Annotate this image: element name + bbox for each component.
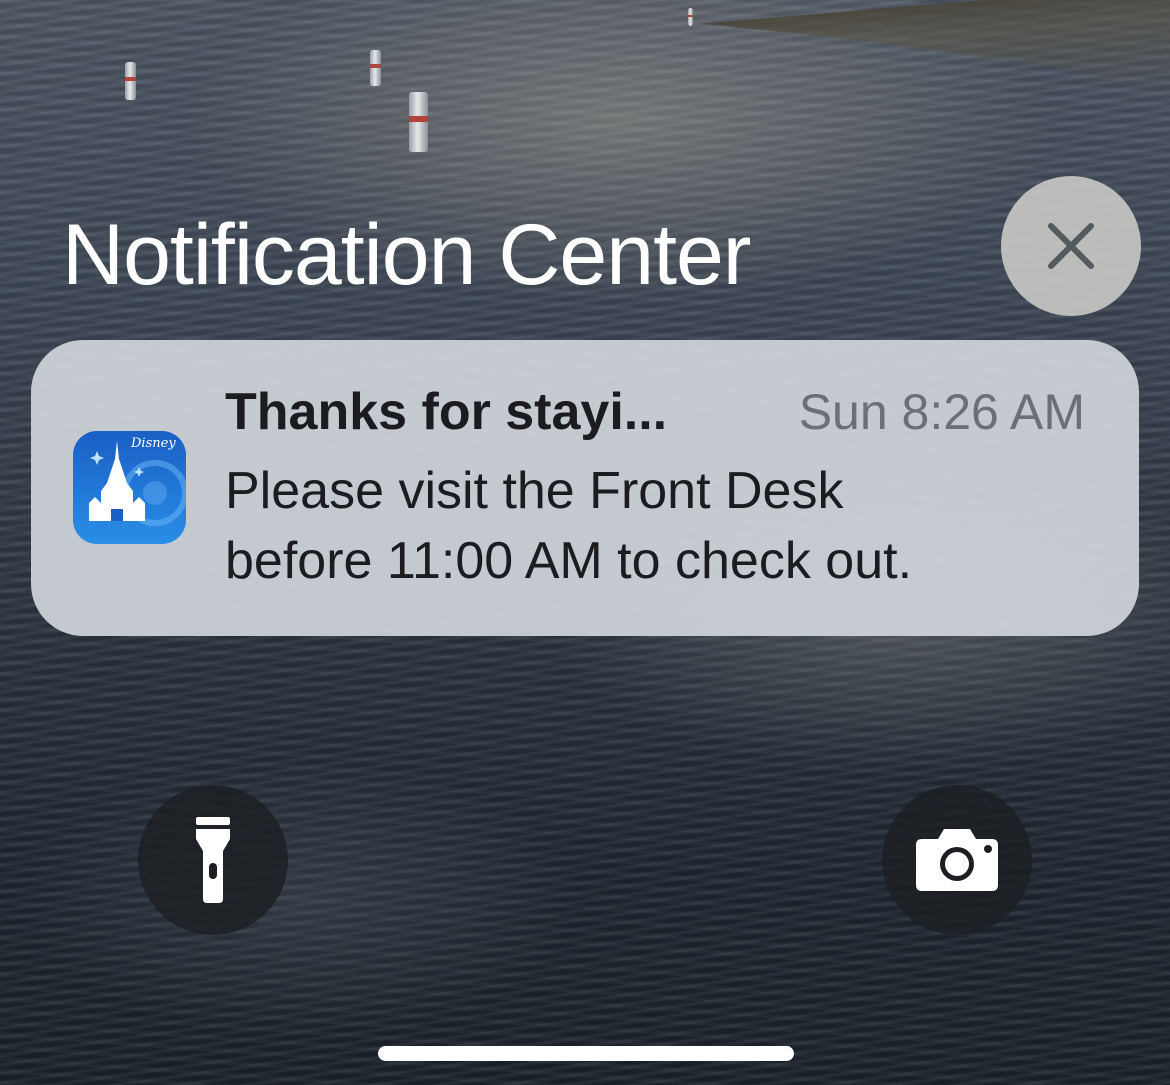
wallpaper-shoreline xyxy=(700,0,1170,95)
wallpaper-buoy xyxy=(125,62,136,100)
wallpaper-buoy xyxy=(409,92,428,152)
clear-notifications-button[interactable] xyxy=(1001,176,1141,316)
camera-icon xyxy=(916,829,998,891)
camera-button[interactable] xyxy=(882,785,1032,935)
lock-screen: Notification Center Disney Thanks for st… xyxy=(0,0,1170,1085)
notification-center-title: Notification Center xyxy=(62,207,751,303)
notification-title: Thanks for stayi... xyxy=(225,383,668,441)
disney-wordmark: Disney xyxy=(130,436,176,451)
flashlight-icon xyxy=(196,817,230,903)
notification-body-line: Please visit the Front Desk xyxy=(225,462,844,520)
disney-castle-icon: Disney xyxy=(73,431,186,544)
notification-timestamp: Sun 8:26 AM xyxy=(798,384,1085,440)
notification-body-line: before 11:00 AM to check out. xyxy=(225,532,913,590)
close-icon xyxy=(1048,223,1094,269)
home-indicator[interactable] xyxy=(378,1046,794,1061)
wallpaper-buoy xyxy=(688,8,693,26)
notification-card[interactable]: Disney Thanks for stayi... Sun 8:26 AM P… xyxy=(31,340,1139,636)
flashlight-button[interactable] xyxy=(138,785,288,935)
wallpaper-buoy xyxy=(370,50,381,86)
notification-body: Please visit the Front Desk before 11:00… xyxy=(225,456,1105,596)
